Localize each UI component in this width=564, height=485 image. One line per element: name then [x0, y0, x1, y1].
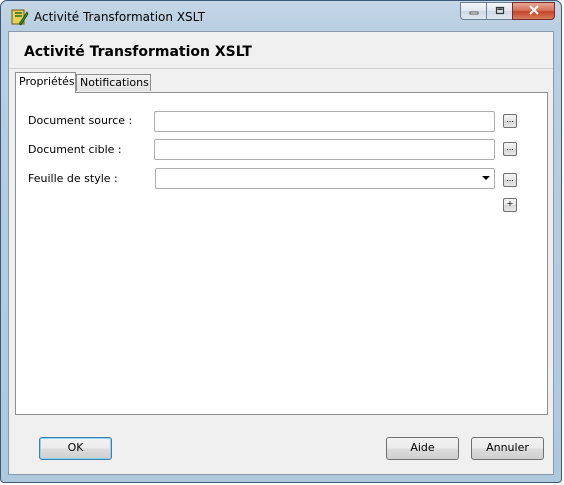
stylesheet-select[interactable] — [155, 168, 495, 189]
stylesheet-label: Feuille de style : — [28, 172, 118, 185]
ok-button[interactable]: OK — [39, 437, 112, 460]
add-button[interactable]: + — [503, 198, 517, 212]
minimize-icon — [469, 5, 479, 18]
window-title: Activité Transformation XSLT — [34, 10, 206, 24]
tab-proprietes[interactable]: Propriétés — [15, 72, 76, 93]
browse-stylesheet-button[interactable]: ... — [503, 173, 517, 187]
target-document-input[interactable] — [154, 139, 495, 160]
help-button[interactable]: Aide — [386, 437, 459, 460]
close-icon — [528, 4, 540, 18]
header-divider — [9, 68, 553, 69]
browse-target-button[interactable]: ... — [503, 142, 517, 156]
source-document-input[interactable] — [154, 111, 495, 132]
app-icon — [11, 8, 29, 26]
cancel-button[interactable]: Annuler — [471, 437, 544, 460]
maximize-button[interactable] — [486, 2, 512, 20]
tab-panel-proprietes: Document source : ... Document cible : .… — [15, 92, 548, 415]
target-label: Document cible : — [28, 143, 122, 156]
page-title: Activité Transformation XSLT — [24, 44, 252, 60]
source-label: Document source : — [28, 114, 133, 127]
maximize-icon — [495, 5, 505, 18]
close-button[interactable] — [512, 2, 555, 20]
dialog-header: Activité Transformation XSLT — [9, 32, 553, 68]
dialog-window: Activité Transformation XSLT Activité Tr… — [0, 0, 562, 483]
title-bar[interactable]: Activité Transformation XSLT — [1, 1, 561, 31]
caption-buttons — [460, 2, 555, 22]
chevron-down-icon[interactable] — [482, 176, 490, 180]
minimize-button[interactable] — [460, 2, 486, 20]
browse-source-button[interactable]: ... — [503, 114, 517, 128]
tab-notifications[interactable]: Notifications — [76, 74, 151, 91]
dialog-client-area: Activité Transformation XSLT Propriétés … — [8, 31, 554, 475]
